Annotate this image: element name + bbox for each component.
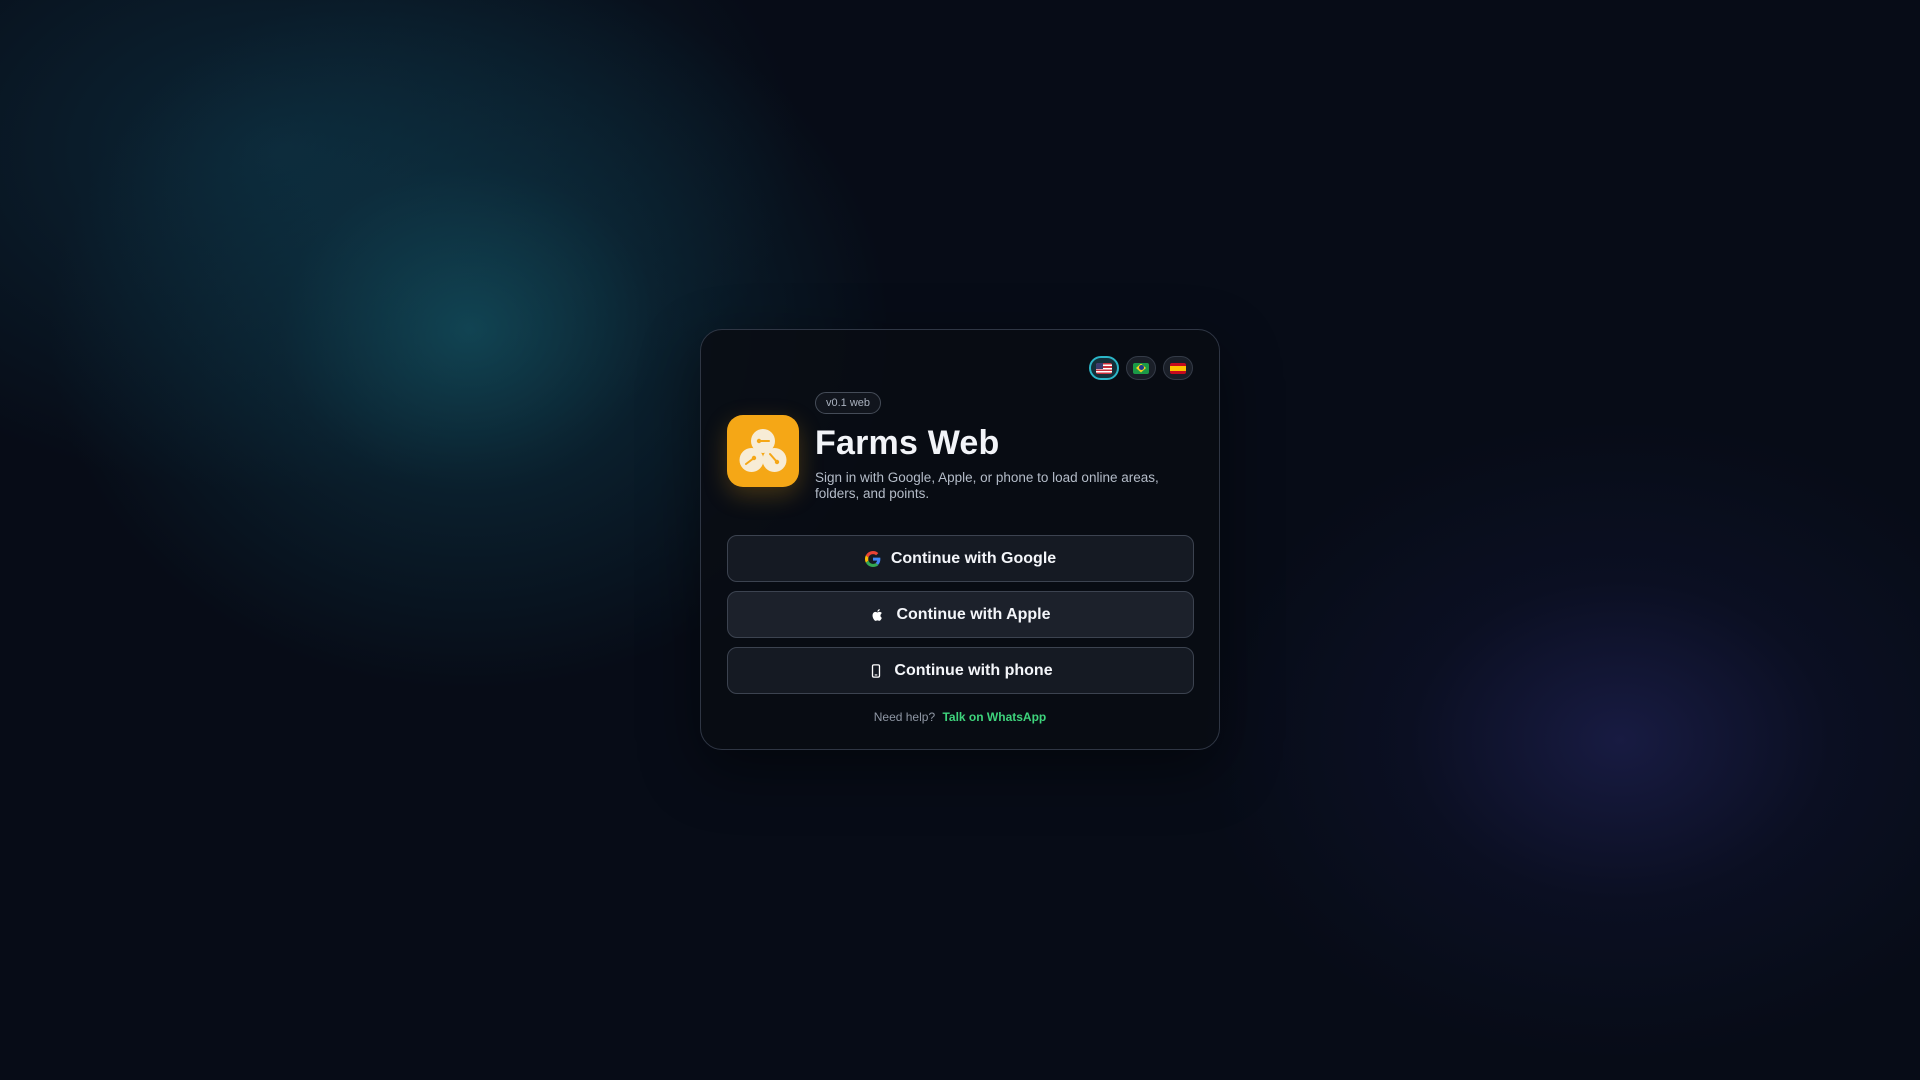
version-badge: v0.1 web bbox=[815, 392, 882, 414]
google-icon bbox=[864, 550, 881, 567]
app-title: Farms Web bbox=[815, 424, 1000, 462]
help-row: Need help? Talk on WhatsApp bbox=[701, 710, 1219, 724]
language-button-english[interactable] bbox=[1089, 356, 1119, 380]
farms-logo-icon bbox=[727, 415, 799, 487]
sign-in-card: v0.1 web Farms Web Sign in with Google, … bbox=[700, 329, 1220, 750]
phone-button-label: Continue with phone bbox=[894, 661, 1053, 679]
whatsapp-link[interactable]: Talk on WhatsApp bbox=[942, 710, 1046, 724]
language-button-portuguese[interactable] bbox=[1126, 356, 1156, 380]
google-button-label: Continue with Google bbox=[890, 549, 1057, 567]
help-label: Need help? bbox=[873, 710, 936, 724]
continue-with-phone-button[interactable]: Continue with phone bbox=[727, 647, 1194, 694]
continue-with-apple-button[interactable]: Continue with Apple bbox=[727, 591, 1194, 638]
header-text: v0.1 web Farms Web Sign in with Google, … bbox=[815, 392, 1193, 502]
card-header: v0.1 web Farms Web Sign in with Google, … bbox=[727, 392, 1193, 502]
apple-button-label: Continue with Apple bbox=[896, 605, 1051, 623]
phone-icon bbox=[868, 663, 884, 679]
app-subtitle: Sign in with Google, Apple, or phone to … bbox=[815, 470, 1159, 501]
brazil-flag-icon bbox=[1133, 362, 1149, 374]
language-switcher bbox=[1089, 356, 1193, 380]
continue-with-google-button[interactable]: Continue with Google bbox=[727, 535, 1194, 582]
us-flag-icon bbox=[1096, 362, 1112, 374]
apple-icon bbox=[870, 607, 886, 623]
language-button-spanish[interactable] bbox=[1163, 356, 1193, 380]
spain-flag-icon bbox=[1170, 362, 1186, 374]
